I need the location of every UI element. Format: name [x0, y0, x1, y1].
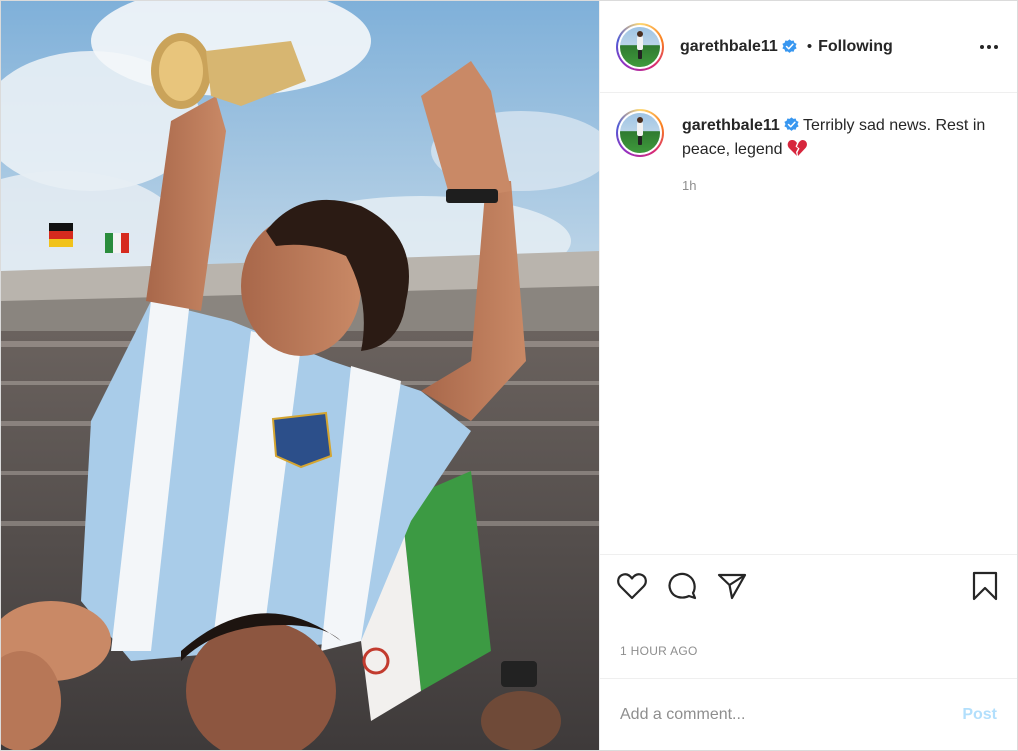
post-photo[interactable] — [1, 1, 599, 750]
header-username[interactable]: garethbale11 — [680, 38, 778, 56]
photo-illustration — [1, 1, 599, 750]
add-comment-form: Post — [600, 678, 1017, 750]
comment-input[interactable] — [620, 705, 955, 724]
post-header: garethbale11 • Following — [600, 1, 1017, 93]
post-actions — [600, 554, 1017, 616]
instagram-post: garethbale11 • Following garethbale11 Te… — [0, 0, 1018, 751]
avatar-image — [620, 26, 660, 67]
broken-heart-emoji-icon — [787, 139, 807, 156]
share-icon[interactable] — [716, 570, 748, 602]
post-comment-button[interactable]: Post — [962, 706, 997, 724]
caption-avatar[interactable] — [616, 109, 664, 157]
post-sidebar: garethbale11 • Following garethbale11 Te… — [599, 1, 1017, 750]
caption-avatar-image — [620, 113, 660, 153]
likes-spacer — [600, 616, 1017, 644]
verified-badge-icon — [782, 39, 797, 53]
caption-username[interactable]: garethbale11 — [682, 117, 780, 134]
more-options-icon[interactable] — [977, 35, 1001, 59]
avatar[interactable] — [616, 22, 664, 71]
bookmark-icon[interactable] — [969, 570, 1001, 602]
avatar-border — [618, 24, 662, 69]
comment-icon[interactable] — [666, 570, 698, 602]
post-timestamp[interactable]: 1 HOUR AGO — [600, 644, 1017, 678]
comments-section: garethbale11 Terribly sad news. Rest in … — [600, 93, 1017, 554]
caption-text-block: garethbale11 Terribly sad news. Rest in … — [682, 114, 1001, 162]
caption: garethbale11 Terribly sad news. Rest in … — [616, 109, 1001, 193]
following-button[interactable]: Following — [818, 38, 893, 56]
caption-body: garethbale11 Terribly sad news. Rest in … — [682, 114, 1001, 193]
header-separator: • — [806, 38, 813, 55]
caption-relative-time[interactable]: 1h — [682, 178, 1001, 193]
heart-icon[interactable] — [616, 570, 648, 602]
caption-avatar-border — [618, 111, 662, 155]
caption-verified-badge-icon — [784, 117, 799, 131]
